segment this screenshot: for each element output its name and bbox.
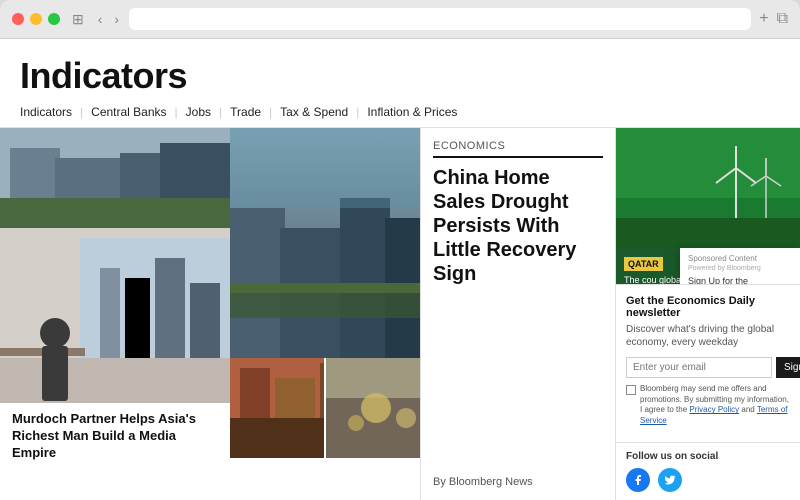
bottom-image-1 bbox=[230, 358, 324, 458]
browser-toolbar: ⊞ ‹ › + ⧉ bbox=[0, 0, 800, 39]
main-content: Murdoch Partner Helps Asia's Richest Man… bbox=[0, 128, 615, 500]
left-column: Murdoch Partner Helps Asia's Richest Man… bbox=[0, 128, 230, 500]
email-form: Sign Up bbox=[626, 357, 790, 378]
address-bar[interactable] bbox=[129, 8, 751, 30]
nav-indicators[interactable]: Indicators bbox=[20, 105, 80, 119]
twitter-icon[interactable] bbox=[658, 468, 682, 492]
close-button[interactable] bbox=[12, 13, 24, 25]
articles-grid: Murdoch Partner Helps Asia's Richest Man… bbox=[0, 128, 615, 500]
nav-bar: Indicators | Central Banks | Jobs | Trad… bbox=[20, 105, 780, 119]
middle-column bbox=[230, 128, 420, 500]
side-article-title[interactable]: Murdoch Partner Helps Asia's Richest Man… bbox=[12, 411, 218, 462]
nav-trade[interactable]: Trade bbox=[230, 105, 269, 119]
newsletter-description: Discover what's driving the global econo… bbox=[626, 323, 790, 349]
sidebar: QATAR The cou global e Sponsored Content… bbox=[615, 128, 800, 500]
article-caption: Murdoch Partner Helps Asia's Richest Man… bbox=[0, 403, 230, 470]
maximize-button[interactable] bbox=[48, 13, 60, 25]
new-tab-icon[interactable]: + bbox=[759, 10, 768, 28]
qatar-logo: QATAR bbox=[624, 257, 663, 271]
email-input[interactable] bbox=[626, 357, 772, 378]
building-image-top bbox=[0, 128, 230, 228]
window-icon[interactable]: ⊞ bbox=[68, 9, 88, 30]
browser-window: ⊞ ‹ › + ⧉ Indicators Indicators | Centra… bbox=[0, 0, 800, 500]
page-content: Indicators Indicators | Central Banks | … bbox=[0, 39, 800, 500]
social-section: Follow us on social bbox=[616, 442, 800, 500]
social-icons bbox=[626, 468, 790, 492]
sponsored-sublabel: Powered by Bloomberg bbox=[688, 265, 792, 272]
consent-checkbox[interactable] bbox=[626, 385, 636, 395]
back-button[interactable]: ‹ bbox=[96, 9, 105, 29]
consent-row: Bloomberg may send me offers and promoti… bbox=[626, 384, 790, 426]
ad-top-image bbox=[616, 128, 800, 248]
ad-block: QATAR The cou global e Sponsored Content… bbox=[616, 128, 800, 284]
nav-inflation[interactable]: Inflation & Prices bbox=[367, 105, 465, 119]
articles-section: Murdoch Partner Helps Asia's Richest Man… bbox=[0, 128, 800, 500]
newsletter-title: Get the Economics Daily newsletter bbox=[626, 295, 790, 319]
sponsored-overlay: Sponsored Content Powered by Bloomberg S… bbox=[680, 248, 800, 284]
main-article-image bbox=[230, 128, 420, 358]
page-header: Indicators Indicators | Central Banks | … bbox=[0, 39, 800, 128]
traffic-lights bbox=[12, 13, 60, 25]
right-article: Economics China Home Sales Drought Persi… bbox=[420, 128, 615, 500]
share-icon[interactable]: ⧉ bbox=[777, 10, 788, 28]
bottom-image-2 bbox=[326, 358, 420, 458]
signup-button[interactable]: Sign Up bbox=[776, 357, 800, 378]
nav-central-banks[interactable]: Central Banks bbox=[91, 105, 174, 119]
article-category: Economics bbox=[433, 140, 603, 158]
sponsored-description: Sign Up for the Bloomberg Green Newslett… bbox=[688, 276, 792, 284]
article-title[interactable]: China Home Sales Drought Persists With L… bbox=[433, 166, 603, 286]
page-title: Indicators bbox=[20, 55, 780, 97]
bottom-image-row bbox=[230, 358, 420, 458]
sponsored-label: Sponsored Content bbox=[688, 254, 792, 263]
facebook-icon[interactable] bbox=[626, 468, 650, 492]
bottom-image bbox=[0, 228, 230, 403]
office-image bbox=[0, 228, 230, 403]
article-byline: By Bloomberg News bbox=[433, 476, 603, 488]
privacy-link[interactable]: Privacy Policy bbox=[689, 405, 739, 414]
minimize-button[interactable] bbox=[30, 13, 42, 25]
nav-jobs[interactable]: Jobs bbox=[186, 105, 219, 119]
top-image bbox=[0, 128, 230, 228]
social-label: Follow us on social bbox=[626, 451, 790, 462]
forward-button[interactable]: › bbox=[112, 9, 121, 29]
consent-text: Bloomberg may send me offers and promoti… bbox=[640, 384, 790, 426]
newsletter-section: Get the Economics Daily newsletter Disco… bbox=[616, 284, 800, 442]
nav-tax-spend[interactable]: Tax & Spend bbox=[280, 105, 356, 119]
